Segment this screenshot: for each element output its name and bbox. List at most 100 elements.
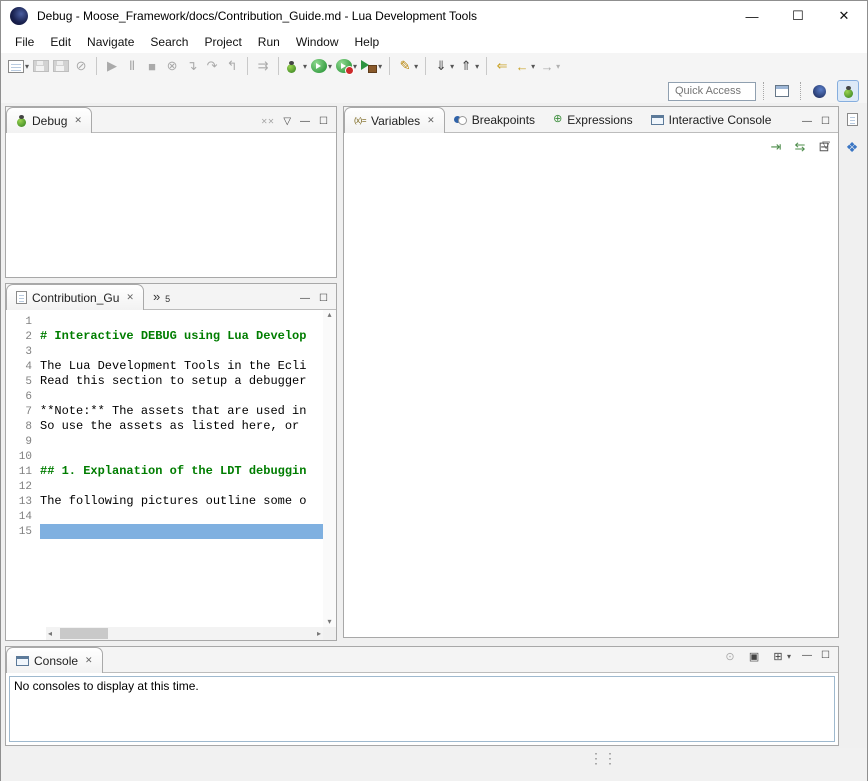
display-selected-console-button[interactable]: ▣: [744, 645, 764, 667]
editor-line[interactable]: 13 The following pictures outline some o: [6, 494, 323, 509]
external-tools-button[interactable]: ▾: [359, 55, 384, 77]
open-element-button[interactable]: ✎ ▾: [395, 55, 420, 77]
line-number[interactable]: 9: [6, 436, 40, 448]
debug-perspective-button[interactable]: [837, 80, 859, 102]
dropdown-arrow-icon[interactable]: ▾: [787, 652, 791, 661]
trim-drag-handle[interactable]: ⋮⋮: [589, 750, 617, 767]
line-number[interactable]: 15: [6, 526, 40, 538]
dropdown-arrow-icon[interactable]: ▾: [531, 62, 535, 71]
line-number[interactable]: 1: [6, 316, 40, 328]
line-number[interactable]: 8: [6, 421, 40, 433]
dropdown-arrow-icon[interactable]: ▾: [328, 62, 332, 71]
editor-line[interactable]: 2 # Interactive DEBUG using Lua Develop: [6, 329, 323, 344]
close-button[interactable]: ✕: [821, 1, 867, 31]
window-menu[interactable]: Window: [288, 32, 347, 52]
show-type-names-button[interactable]: ⇥: [766, 136, 786, 158]
close-icon[interactable]: ✕: [85, 655, 93, 666]
minimize-view-button[interactable]: —: [300, 117, 310, 127]
tab-interactive-console[interactable]: Interactive Console: [642, 107, 781, 132]
maximize-view-button[interactable]: ☐: [319, 117, 328, 127]
maximize-view-button[interactable]: ☐: [319, 294, 328, 304]
minimize-view-button[interactable]: —: [802, 117, 812, 127]
scrollbar-thumb[interactable]: [60, 628, 108, 639]
line-number[interactable]: 5: [6, 376, 40, 388]
dropdown-arrow-icon[interactable]: ▾: [378, 62, 382, 71]
last-edit-location-button[interactable]: ⇐: [492, 55, 512, 77]
editor-more-tabs-button[interactable]: »5: [144, 284, 179, 309]
editor-line[interactable]: 11 ## 1. Explanation of the LDT debuggin: [6, 464, 323, 479]
minimized-editor-stack-button[interactable]: [840, 107, 864, 131]
dropdown-arrow-icon[interactable]: ▾: [475, 62, 479, 71]
previous-annotation-button[interactable]: ⇑ ▾: [456, 55, 481, 77]
line-number[interactable]: 7: [6, 406, 40, 418]
close-icon[interactable]: ✕: [427, 115, 435, 126]
editor-line[interactable]: 14: [6, 509, 323, 524]
minimize-view-button[interactable]: —: [300, 294, 310, 304]
quick-access-input[interactable]: [668, 82, 756, 101]
maximize-button[interactable]: ☐: [775, 1, 821, 31]
dropdown-arrow-icon[interactable]: ▾: [556, 62, 560, 71]
view-menu-button[interactable]: ▽: [822, 141, 830, 151]
scroll-left-icon[interactable]: ◂: [48, 630, 52, 638]
dropdown-arrow-icon[interactable]: ▾: [450, 62, 454, 71]
help-menu[interactable]: Help: [347, 32, 388, 52]
file-menu[interactable]: File: [7, 32, 42, 52]
dropdown-arrow-icon[interactable]: ▾: [25, 62, 29, 71]
line-number[interactable]: 2: [6, 331, 40, 343]
line-number[interactable]: 6: [6, 391, 40, 403]
vertical-scrollbar[interactable]: ▴ ▾: [323, 310, 336, 627]
minimize-button[interactable]: —: [729, 1, 775, 31]
tab-expressions[interactable]: ⊕ Expressions: [544, 107, 642, 132]
scroll-down-icon[interactable]: ▾: [327, 618, 331, 626]
line-number[interactable]: 4: [6, 361, 40, 373]
run-coverage-button[interactable]: ▾: [334, 55, 359, 77]
run-button[interactable]: ▾: [309, 55, 334, 77]
line-number[interactable]: 11: [6, 466, 40, 478]
editor-line[interactable]: 12: [6, 479, 323, 494]
line-number[interactable]: 13: [6, 496, 40, 508]
navigate-menu[interactable]: Navigate: [79, 32, 142, 52]
editor-line[interactable]: 4 The Lua Development Tools in the Ecli: [6, 359, 323, 374]
tab-variables[interactable]: (x)= Variables ✕: [344, 107, 445, 133]
editor-line[interactable]: 6: [6, 389, 323, 404]
run-menu[interactable]: Run: [250, 32, 288, 52]
view-menu-button[interactable]: ▽: [283, 117, 291, 127]
tab-debug[interactable]: Debug ✕: [6, 107, 92, 133]
maximize-view-button[interactable]: ☐: [821, 651, 830, 661]
horizontal-scrollbar[interactable]: ◂ ▸: [46, 627, 323, 640]
maximize-view-button[interactable]: ☐: [821, 117, 830, 127]
dropdown-arrow-icon[interactable]: ▾: [303, 62, 307, 71]
editor-line[interactable]: 7 **Note:** The assets that are used in: [6, 404, 323, 419]
line-number[interactable]: 10: [6, 451, 40, 463]
tab-console[interactable]: Console ✕: [6, 647, 103, 673]
open-perspective-button[interactable]: [771, 80, 793, 102]
line-number[interactable]: 14: [6, 511, 40, 523]
editor-line[interactable]: 3: [6, 344, 323, 359]
debug-button[interactable]: ▾: [284, 55, 309, 77]
line-number[interactable]: 3: [6, 346, 40, 358]
minimize-view-button[interactable]: —: [802, 651, 812, 661]
search-menu[interactable]: Search: [142, 32, 196, 52]
tab-breakpoints[interactable]: Breakpoints: [445, 107, 544, 132]
edit-menu[interactable]: Edit: [42, 32, 79, 52]
close-icon[interactable]: ✕: [74, 115, 82, 126]
editor-line[interactable]: 8 So use the assets as listed here, or: [6, 419, 323, 434]
scroll-right-icon[interactable]: ▸: [317, 630, 321, 638]
back-button[interactable]: ← ▾: [512, 55, 537, 77]
editor-line[interactable]: 10: [6, 449, 323, 464]
editor-line[interactable]: 9: [6, 434, 323, 449]
editor-line[interactable]: 5 Read this section to setup a debugger: [6, 374, 323, 389]
scroll-up-icon[interactable]: ▴: [327, 311, 331, 319]
restore-views-button[interactable]: ❖: [840, 135, 864, 159]
ldt-perspective-button[interactable]: [808, 80, 830, 102]
tab-contribution-guide[interactable]: Contribution_Gu ✕: [6, 284, 144, 310]
close-icon[interactable]: ✕: [126, 292, 134, 303]
line-number[interactable]: 12: [6, 481, 40, 493]
open-console-button[interactable]: ⊞ ▾: [768, 645, 793, 667]
project-menu[interactable]: Project: [196, 32, 249, 52]
show-logical-structure-button[interactable]: ⇆: [790, 136, 810, 158]
new-wizard-button[interactable]: ▾: [6, 55, 31, 77]
next-annotation-button[interactable]: ⇓ ▾: [431, 55, 456, 77]
dropdown-arrow-icon[interactable]: ▾: [414, 62, 418, 71]
editor-line[interactable]: 15: [6, 524, 323, 539]
